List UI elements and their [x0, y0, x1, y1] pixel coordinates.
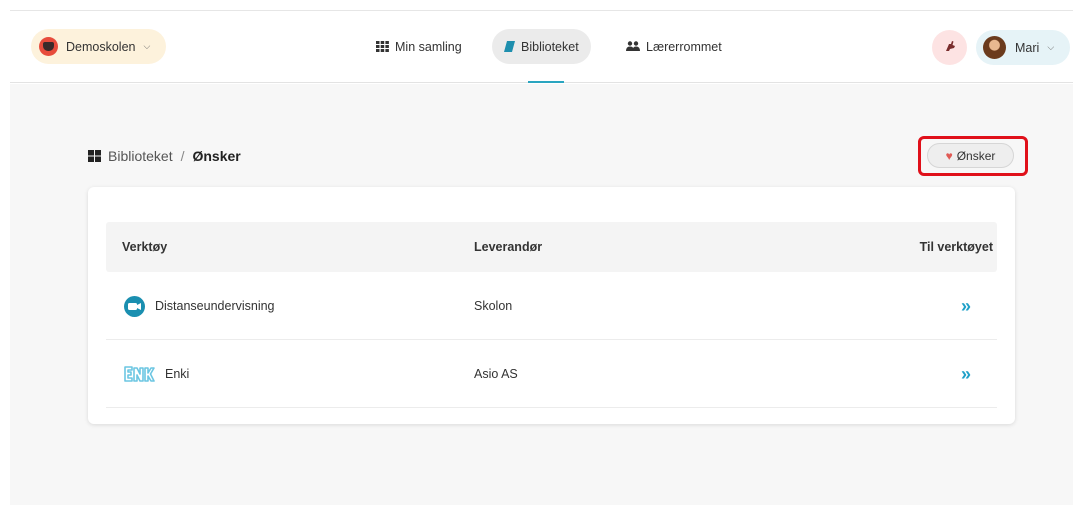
breadcrumb-current: Ønsker [192, 148, 241, 164]
go-to-tool-icon[interactable]: » [961, 340, 971, 408]
book-icon [504, 41, 515, 52]
nav-laererrommet[interactable]: Lærerrommet [614, 29, 734, 64]
avatar [983, 36, 1006, 59]
breadcrumb-root-link[interactable]: Biblioteket [108, 148, 173, 164]
tool-name: Enki [165, 367, 190, 381]
tool-name: Distanseundervisning [155, 299, 275, 313]
nav-label: Biblioteket [521, 39, 579, 54]
column-header-go: Til verktøyet [919, 240, 993, 254]
breadcrumb-separator: / [180, 148, 185, 164]
nav-biblioteket[interactable]: Biblioteket [492, 29, 591, 64]
hand-wave-icon [944, 39, 956, 57]
table-row[interactable]: Distanseundervisning Skolon » [106, 272, 997, 340]
active-tab-indicator [528, 81, 564, 83]
main-nav: Min samling Biblioteket Lærerrommet [10, 29, 1073, 64]
nav-label: Min samling [395, 39, 462, 54]
go-to-tool-icon[interactable]: » [961, 272, 971, 340]
heart-icon: ♥ [945, 148, 953, 163]
user-name: Mari [1015, 40, 1040, 55]
notifications-button[interactable] [932, 30, 967, 65]
users-icon [626, 41, 640, 52]
table-header: Verktøy Leverandør Til verktøyet [106, 222, 997, 272]
video-camera-icon [124, 295, 145, 317]
vendor-name: Skolon [474, 299, 513, 313]
grid-icon [376, 41, 389, 52]
tool-cell: Distanseundervisning [124, 272, 275, 340]
user-menu-button[interactable]: Mari ⌵ [976, 30, 1070, 65]
nav-label: Lærerrommet [646, 39, 722, 54]
breadcrumb: Biblioteket / Ønsker [88, 148, 241, 164]
column-header-tool: Verktøy [122, 240, 168, 254]
nav-min-samling[interactable]: Min samling [364, 29, 474, 64]
grid-icon [88, 150, 101, 162]
chevron-down-icon: ⌵ [1047, 42, 1055, 52]
wishes-table-card: Verktøy Leverandør Til verktøyet Distans… [88, 187, 1015, 424]
vendor-name: Asio AS [474, 367, 518, 381]
enki-logo-icon [124, 365, 155, 383]
column-header-vendor: Leverandør [474, 240, 543, 254]
table-row[interactable]: Enki Asio AS » [106, 340, 997, 408]
tool-cell: Enki [124, 340, 189, 408]
wishes-button[interactable]: ♥ Ønsker [927, 143, 1014, 168]
top-header: Demoskolen ⌵ Min samling Biblioteket Lær… [10, 11, 1073, 83]
wishes-label: Ønsker [956, 148, 996, 163]
